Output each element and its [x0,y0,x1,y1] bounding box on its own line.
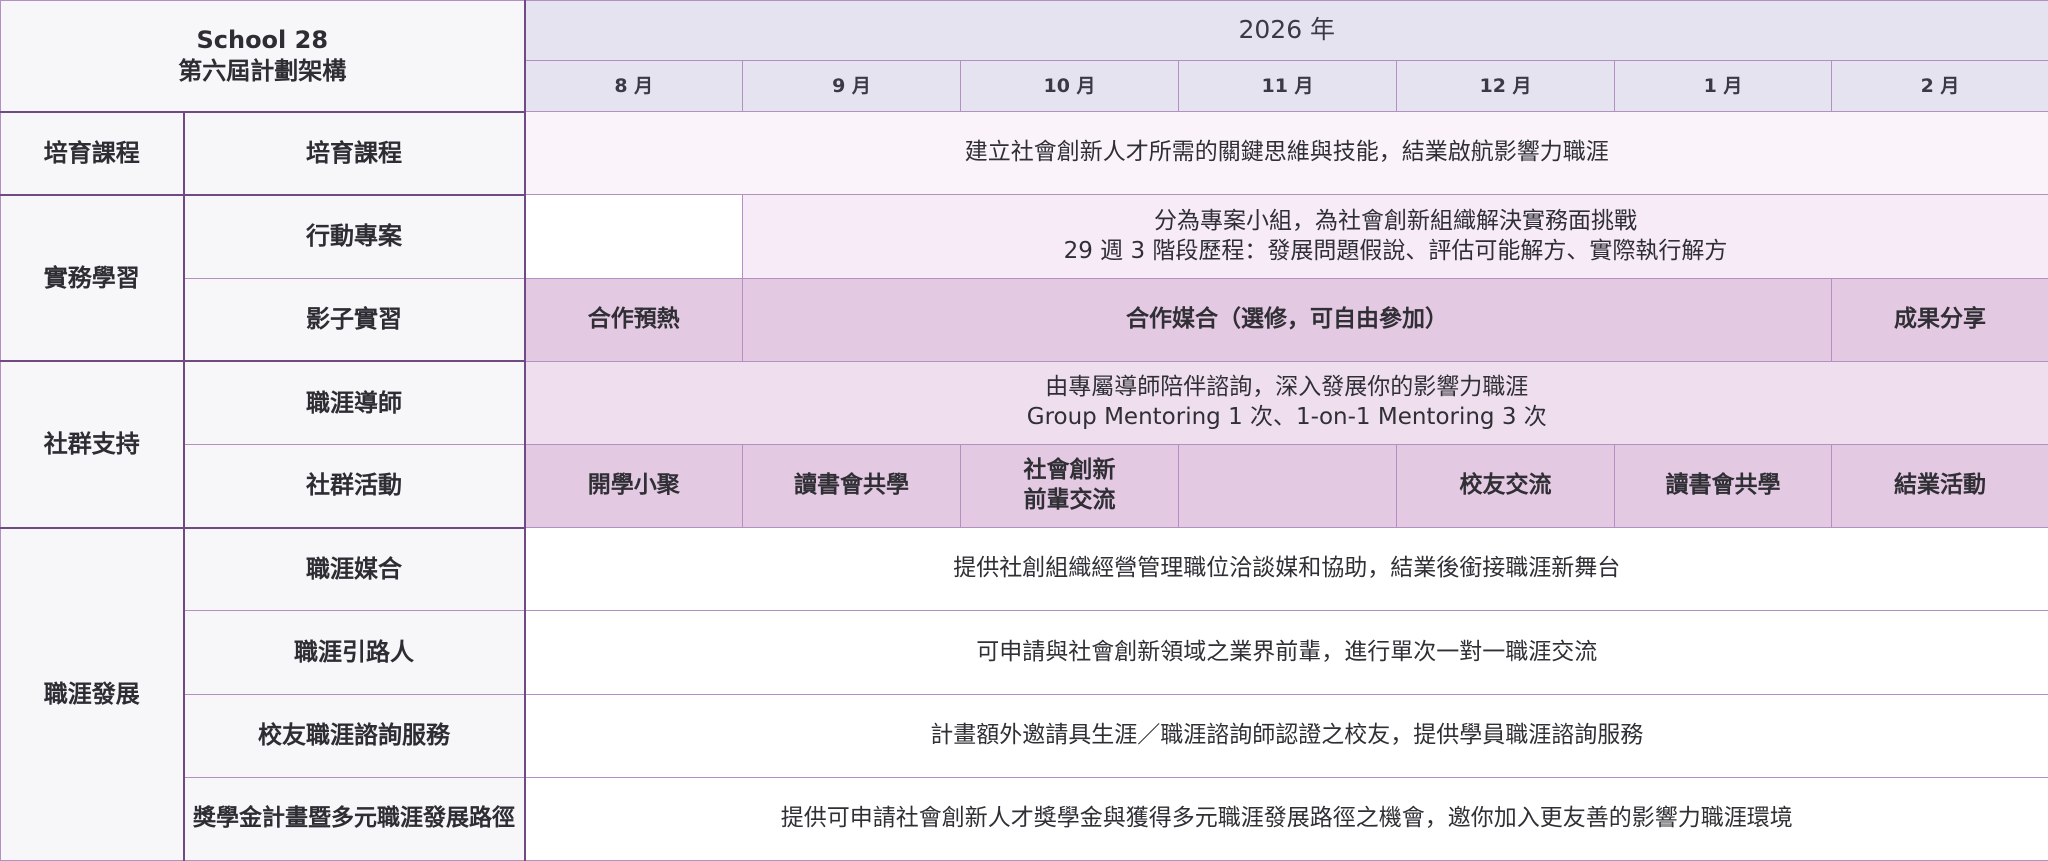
month-oct: 10 月 [960,60,1179,113]
program-structure-table: School 28 第六屆計劃架構 2026 年 8 月 9 月 10 月 11… [0,0,2048,861]
row-action-project: 實務學習 行動專案 分為專案小組，為社會創新組織解決實務面挑戰 29 週 3 階… [0,193,2048,362]
event-oct: 社會創新 前輩交流 [960,443,1179,529]
label-course: 培育課程 [182,110,526,196]
program-title: 第六屆計劃架構 [178,56,347,85]
action-project-content: 分為專案小組，為社會創新組織解決實務面挑戰 29 週 3 階段歷程：發展問題假說… [741,194,2048,279]
label-scholarship: 獎學金計畫暨多元職涯發展路徑 [182,776,526,861]
year-header: 2026 年 [523,0,2048,62]
month-feb: 2 月 [1830,60,2048,113]
row-career-guide: 職涯引路人 可申請與社會創新領域之業界前輩，進行單次一對一職涯交流 [1,610,2048,695]
career-guide-content: 可申請與社會創新領域之業界前輩，進行單次一對一職涯交流 [523,610,2048,695]
row-course: 培育課程 培育課程 建立社會創新人才所需的關鍵思維與技能，結業啟航影響力職涯 [0,110,2048,196]
row-career-mentor: 社群支持 職涯導師 由專屬導師陪伴諮詢，深入發展你的影響力職涯 Group Me… [0,360,2048,529]
career-matching-content: 提供社創組織經營管理職位洽談媒和協助，結業後銜接職涯新舞台 [523,527,2048,612]
label-action-project: 行動專案 [182,193,526,279]
row-scholarship: 獎學金計畫暨多元職涯發展路徑 提供可申請社會創新人才獎學金與獲得多元職涯發展路徑… [1,776,2048,861]
category-practice: 實務學習 [0,193,184,362]
career-mentor-line1: 由專屬導師陪伴諮詢，深入發展你的影響力職涯 [1045,374,1529,400]
month-aug: 8 月 [524,60,743,113]
event-nov [1178,443,1397,529]
label-career-mentor: 職涯導師 [182,360,526,445]
event-dec: 校友交流 [1396,443,1615,529]
month-nov: 11 月 [1178,60,1397,113]
action-project-line1: 分為專案小組，為社會創新組織解決實務面挑戰 [1154,207,1638,234]
event-jan: 讀書會共學 [1614,443,1832,529]
category-course: 培育課程 [0,110,184,196]
scholarship-content: 提供可申請社會創新人才獎學金與獲得多元職涯發展路徑之機會，邀你加入更友善的影響力… [523,776,2048,861]
event-oct-line2: 前輩交流 [1023,487,1116,514]
career-mentor-content: 由專屬導師陪伴諮詢，深入發展你的影響力職涯 Group Mentoring 1 … [523,360,2048,445]
header-corner: School 28 第六屆計劃架構 [0,0,526,113]
category-career: 職涯發展 [0,526,184,861]
career-mentor-line2: Group Mentoring 1 次、1-on-1 Mentoring 3 次 [1026,403,1547,430]
shadow-warmup: 合作預熱 [524,277,743,362]
event-feb: 結業活動 [1830,443,2048,529]
month-dec: 12 月 [1396,60,1615,113]
event-aug: 開學小聚 [524,443,743,529]
shadow-share: 成果分享 [1830,277,2048,362]
action-project-line2: 29 週 3 階段歷程：發展問題假說、評估可能解方、實際執行解方 [1063,237,1728,264]
action-project-empty [524,194,743,279]
event-sep: 讀書會共學 [742,443,961,529]
label-shadow-internship: 影子實習 [182,277,526,362]
label-career-matching: 職涯媒合 [182,526,526,612]
alumni-consulting-content: 計畫額外邀請具生涯／職涯諮詢師認證之校友，提供學員職涯諮詢服務 [523,693,2048,778]
event-oct-line1: 社會創新 [1023,457,1116,484]
header-year-row: School 28 第六屆計劃架構 2026 年 [0,0,2048,113]
label-career-guide: 職涯引路人 [182,610,526,695]
shadow-matching: 合作媒合（選修，可自由參加） [742,277,1832,362]
row-community-events: 社群活動 開學小聚 讀書會共學 社會創新 前輩交流 校友交流 讀書會共學 結業活… [1,443,2048,529]
label-community-events: 社群活動 [182,443,526,529]
month-jan: 1 月 [1614,60,1832,113]
school-name: School 28 [196,25,329,54]
category-community: 社群支持 [0,360,184,529]
row-shadow-internship: 影子實習 合作預熱 合作媒合（選修，可自由參加） 成果分享 [1,277,2048,362]
row-alumni-consulting: 校友職涯諮詢服務 計畫額外邀請具生涯／職涯諮詢師認證之校友，提供學員職涯諮詢服務 [1,693,2048,778]
month-sep: 9 月 [742,60,961,113]
label-alumni-consulting: 校友職涯諮詢服務 [182,693,526,778]
row-career-matching: 職涯發展 職涯媒合 提供社創組織經營管理職位洽談媒和協助，結業後銜接職涯新舞台 [0,526,2048,861]
course-content: 建立社會創新人才所需的關鍵思維與技能，結業啟航影響力職涯 [523,111,2048,196]
